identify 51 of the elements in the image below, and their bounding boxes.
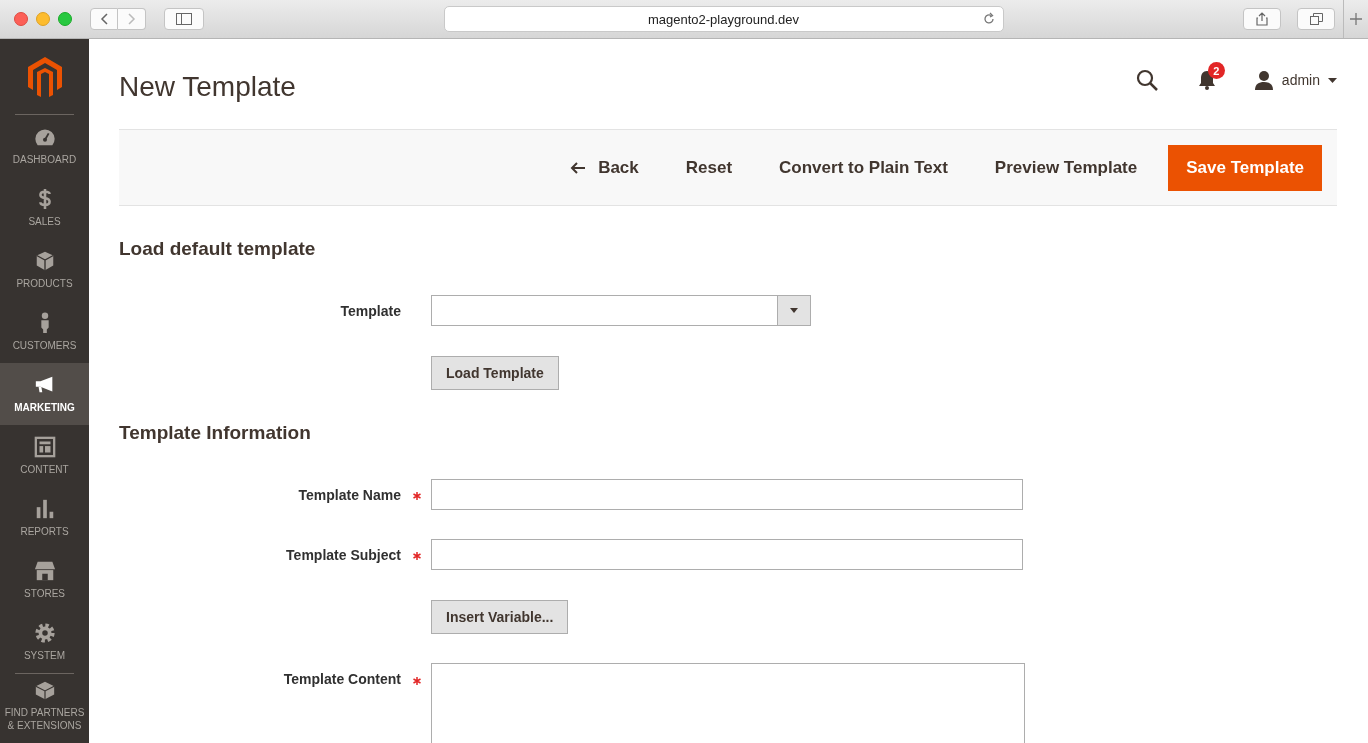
forward-nav-icon[interactable] <box>118 8 146 30</box>
address-field[interactable]: magento2-playground.dev <box>443 6 1004 32</box>
field-label: Template Subject <box>285 546 401 563</box>
section-title: Template Information <box>119 421 312 445</box>
nav-item[interactable]: DASHBOARD <box>0 115 89 177</box>
nav-item[interactable]: SYSTEM <box>0 611 89 673</box>
toolbar-button[interactable]: Preview Template <box>977 146 1155 189</box>
caret-icon <box>1328 77 1337 83</box>
gauge-icon <box>33 126 56 148</box>
nav-item[interactable]: REPORTS <box>0 487 89 549</box>
share-icon[interactable] <box>1243 8 1281 30</box>
toolbar-button[interactable]: Reset <box>668 146 750 189</box>
layout-icon <box>33 436 56 458</box>
toolbar-button[interactable]: Convert to Plain Text <box>762 146 965 189</box>
input-field[interactable] <box>431 539 1023 570</box>
maximize-window-icon[interactable] <box>58 12 72 26</box>
content-field[interactable] <box>431 663 1025 743</box>
user-menu[interactable]: admin <box>1253 70 1337 90</box>
nav-item[interactable]: PRODUCTS <box>0 239 89 301</box>
page-title: New Template <box>119 71 296 103</box>
back-button[interactable]: Back <box>553 146 656 189</box>
form-button[interactable]: Load Template <box>431 356 559 390</box>
section-title: Load default template <box>119 237 317 261</box>
field-label: Template Content <box>282 670 401 687</box>
field-label: Template <box>339 302 401 319</box>
nav-item[interactable]: MARKETING <box>0 363 89 425</box>
nav-item[interactable]: FIND PARTNERS & EXTENSIONS <box>0 674 89 736</box>
nav-item[interactable]: STORES <box>0 549 89 611</box>
url-text: magento2-playground.dev <box>647 11 800 27</box>
save-button[interactable]: Save Template <box>1168 144 1322 191</box>
field-label: Template Name <box>297 486 401 503</box>
template-dropdown[interactable] <box>431 295 811 326</box>
reload-icon[interactable] <box>982 12 995 25</box>
input-field[interactable] <box>431 479 1023 510</box>
minimize-window-icon[interactable] <box>36 12 50 26</box>
nav-item[interactable]: SALES <box>0 177 89 239</box>
nav-item[interactable]: CONTENT <box>0 425 89 487</box>
tabs-icon[interactable] <box>1297 8 1335 30</box>
logo-icon[interactable] <box>27 56 62 97</box>
caret-icon <box>790 308 798 313</box>
form-button[interactable]: Insert Variable... <box>431 600 569 634</box>
nav-item[interactable]: CUSTOMERS <box>0 301 89 363</box>
close-window-icon[interactable] <box>14 12 28 26</box>
sidebar-toggle-icon[interactable] <box>164 8 204 30</box>
left-arrow-icon <box>570 161 587 174</box>
storefront-icon <box>33 560 56 582</box>
back-nav-icon[interactable] <box>90 8 118 30</box>
user-icon <box>1253 70 1274 90</box>
settings-icon <box>33 622 56 644</box>
notification-count: 2 <box>1207 62 1225 79</box>
search-icon[interactable] <box>1135 69 1158 91</box>
